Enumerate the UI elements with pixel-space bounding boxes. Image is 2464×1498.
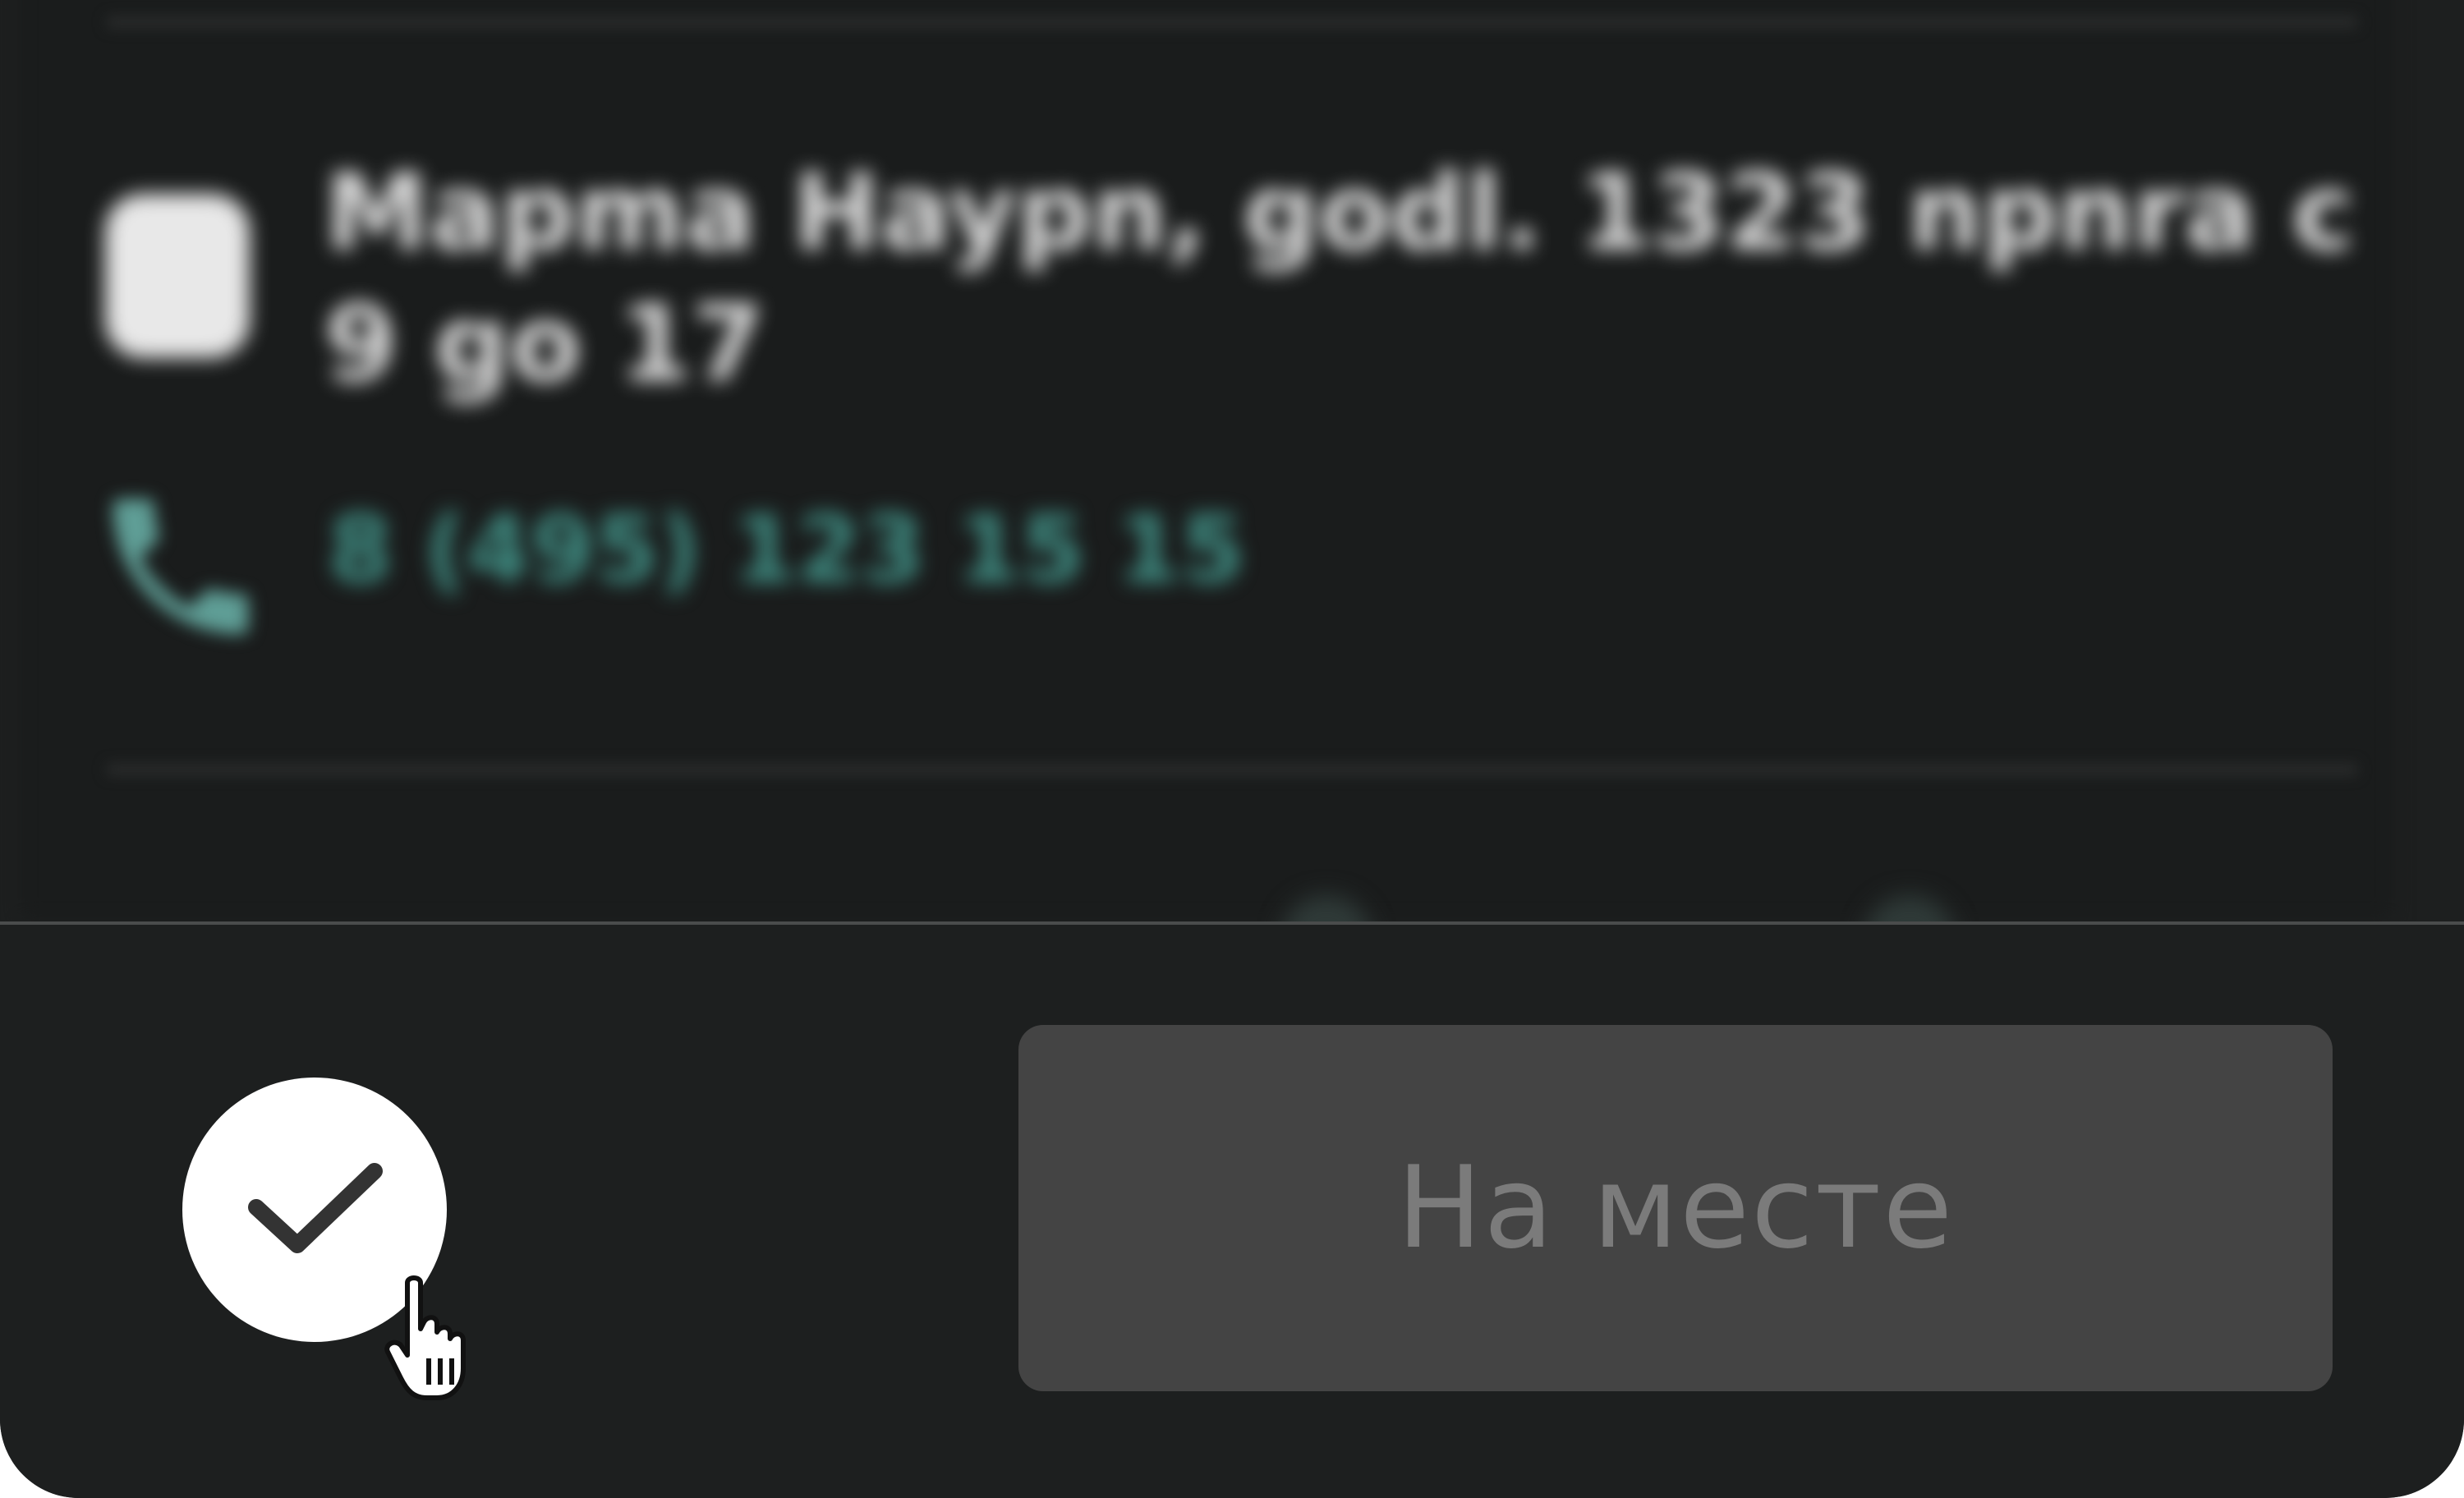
phone-icon: [113, 499, 249, 635]
confirm-check-button[interactable]: [182, 1078, 447, 1342]
check-icon: [248, 1163, 383, 1253]
working-hours-text: Mapma Haypn, godl. 1323 npnra c 9 go 17: [324, 152, 2355, 406]
on-site-button[interactable]: На месте: [1018, 1025, 2333, 1391]
blurred-location-card: Mapma Haypn, godl. 1323 npnra c 9 go 17 …: [0, 0, 2464, 921]
clock-icon: [105, 194, 250, 358]
card-divider: [107, 764, 2357, 775]
card-divider: [107, 16, 2357, 28]
phone-number-link[interactable]: 8 (495) 123 15 15: [329, 493, 1245, 608]
card-background: [20, 0, 2393, 920]
app-screen: Mapma Haypn, godl. 1323 npnra c 9 go 17 …: [0, 0, 2464, 1498]
